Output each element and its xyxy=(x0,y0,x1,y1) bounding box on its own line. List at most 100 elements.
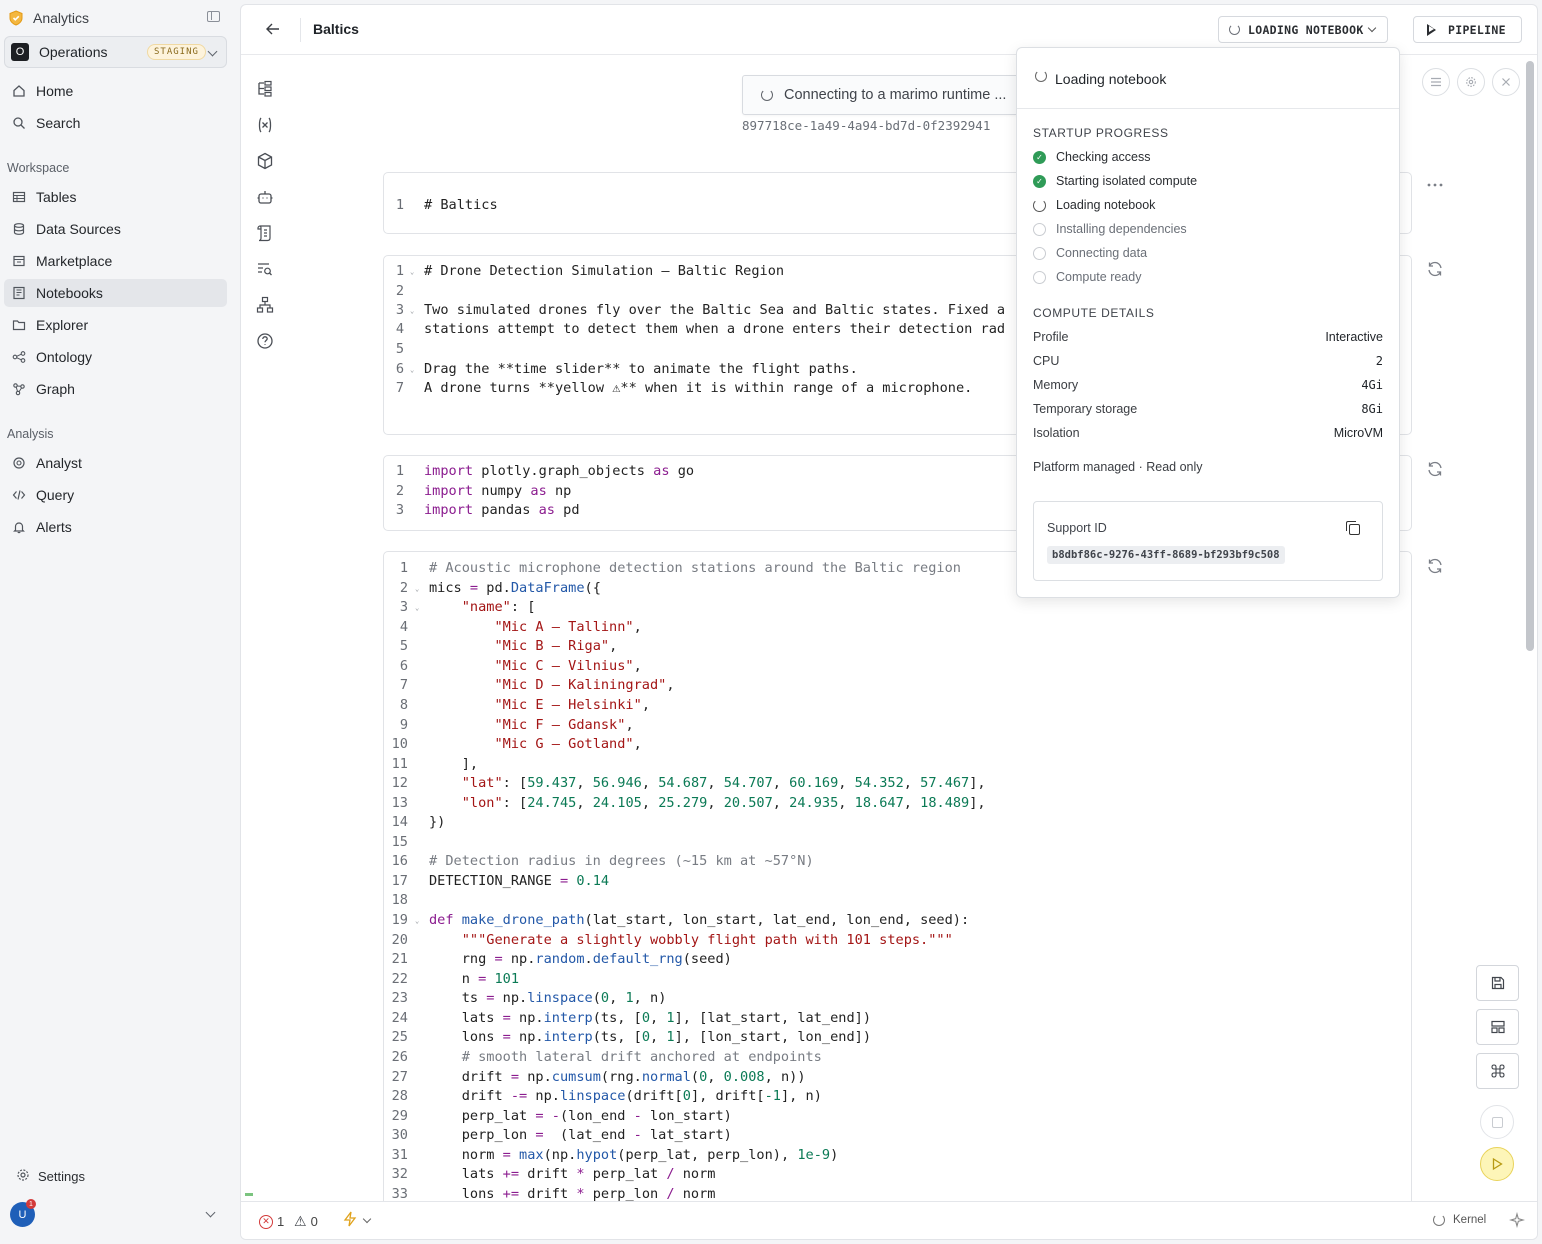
error-count-value: 1 xyxy=(277,1214,285,1229)
progress-step: Compute ready xyxy=(1033,270,1141,284)
scroll-icon[interactable] xyxy=(255,223,275,243)
startup-progress-heading: STARTUP PROGRESS xyxy=(1033,126,1169,140)
back-arrow-icon[interactable] xyxy=(265,22,281,41)
nav-label: Explorer xyxy=(36,317,89,333)
nav-home[interactable]: Home xyxy=(4,77,227,105)
nav-ontology[interactable]: Ontology xyxy=(4,343,227,371)
collapse-sidebar-icon[interactable] xyxy=(207,11,220,22)
detail-row: CPU 2 xyxy=(1033,354,1383,368)
menu-icon[interactable] xyxy=(1422,68,1450,96)
spinner-icon xyxy=(1229,24,1240,35)
stop-button[interactable] xyxy=(1480,1105,1514,1139)
brand: Analytics xyxy=(8,8,228,28)
code-text: A drone turns **yellow ⚠** when it is wi… xyxy=(424,380,973,396)
progress-step: ✓ Checking access xyxy=(1033,150,1151,164)
lightning-icon[interactable] xyxy=(343,1211,357,1232)
refresh-icon[interactable] xyxy=(1425,459,1445,479)
nav-search[interactable]: Search xyxy=(4,109,227,137)
nav-query[interactable]: Query xyxy=(4,481,227,509)
table-icon xyxy=(12,190,26,204)
save-button[interactable] xyxy=(1476,965,1519,1001)
outline-icon[interactable] xyxy=(255,79,275,99)
nav-graph[interactable]: Graph xyxy=(4,375,227,403)
progress-step: Connecting data xyxy=(1033,246,1147,260)
dependency-graph-icon[interactable] xyxy=(255,295,275,315)
code-icon xyxy=(12,488,26,502)
graph-icon xyxy=(12,382,26,396)
more-options-icon[interactable] xyxy=(1425,175,1445,195)
command-palette-button[interactable] xyxy=(1476,1053,1519,1089)
org-name: Operations xyxy=(39,44,108,60)
step-label: Compute ready xyxy=(1056,270,1142,284)
pipeline-button[interactable]: PIPELINE xyxy=(1413,16,1522,43)
loading-notebook-label: LOADING NOTEBOOK xyxy=(1248,22,1364,37)
gear-icon[interactable] xyxy=(1457,68,1485,96)
nav-label: Graph xyxy=(36,381,75,397)
database-icon xyxy=(12,222,26,236)
step-label: Connecting data xyxy=(1056,246,1148,260)
close-icon[interactable] xyxy=(1492,68,1520,96)
detail-value: 8Gi xyxy=(1361,402,1383,416)
support-id-box: Support ID b8dbf86c-9276-43ff-8689-bf293… xyxy=(1033,501,1383,581)
pending-circle-icon xyxy=(1033,270,1046,284)
settings-label: Settings xyxy=(38,1169,85,1184)
bot-icon[interactable] xyxy=(255,187,275,207)
header-divider xyxy=(300,18,301,42)
nav-tables[interactable]: Tables xyxy=(4,183,227,211)
layout-button[interactable] xyxy=(1476,1009,1519,1045)
run-button[interactable] xyxy=(1480,1147,1514,1181)
code-cell[interactable]: 1 # Acoustic microphone detection station… xyxy=(383,551,1412,1211)
package-icon[interactable] xyxy=(255,151,275,171)
nav-label: Tables xyxy=(36,189,77,205)
detail-row: Memory 4Gi xyxy=(1033,378,1383,392)
nav-explorer[interactable]: Explorer xyxy=(4,311,227,339)
popover-header: Loading notebook xyxy=(1017,48,1399,109)
copy-icon[interactable] xyxy=(1346,521,1360,535)
refresh-icon[interactable] xyxy=(1425,259,1445,279)
page-title: Baltics xyxy=(313,21,359,37)
warning-icon: ⚠ xyxy=(294,1213,307,1229)
nav-label: Analyst xyxy=(36,455,82,471)
sparkle-icon[interactable] xyxy=(1508,1211,1526,1232)
nav-settings[interactable]: Settings xyxy=(16,1168,85,1185)
nav-data-sources[interactable]: Data Sources xyxy=(4,215,227,243)
progress-step: ✓ Starting isolated compute xyxy=(1033,174,1197,188)
scrollbar[interactable] xyxy=(1526,61,1534,651)
workspace-heading: Workspace xyxy=(7,161,70,175)
nav-analyst[interactable]: Analyst xyxy=(4,449,227,477)
kernel-status[interactable]: Kernel xyxy=(1433,1214,1486,1226)
code-text: Drag the **time slider** to animate the … xyxy=(424,361,858,377)
detail-value: 4Gi xyxy=(1361,378,1383,392)
variables-icon[interactable] xyxy=(255,115,275,135)
nav-notebooks[interactable]: Notebooks xyxy=(4,279,227,307)
cell-status-indicator xyxy=(245,1193,253,1196)
refresh-icon[interactable] xyxy=(1425,556,1445,576)
store-icon xyxy=(12,254,26,268)
step-label: Loading notebook xyxy=(1056,198,1156,212)
detail-row: Temporary storage 8Gi xyxy=(1033,402,1383,416)
org-switcher[interactable]: O Operations STAGING xyxy=(4,36,227,68)
user-menu-chevron-icon[interactable] xyxy=(205,1207,216,1218)
detail-key: Temporary storage xyxy=(1033,402,1138,416)
code-text: # Baltics xyxy=(424,197,498,213)
chevron-down-icon[interactable] xyxy=(362,1214,372,1224)
warning-count[interactable]: ⚠ 0 xyxy=(294,1213,318,1230)
progress-step: Installing dependencies xyxy=(1033,222,1187,236)
kernel-label: Kernel xyxy=(1453,1214,1487,1226)
nav-label: Home xyxy=(36,83,74,99)
help-icon[interactable] xyxy=(255,331,275,351)
nav-label: Marketplace xyxy=(36,253,113,269)
code-text: # Drone Detection Simulation — Baltic Re… xyxy=(424,263,785,279)
detail-row: Isolation MicroVM xyxy=(1033,426,1383,440)
pipeline-label: PIPELINE xyxy=(1448,22,1506,37)
loading-notebook-button[interactable]: LOADING NOTEBOOK xyxy=(1218,16,1388,43)
error-count[interactable]: ✕ 1 xyxy=(259,1214,284,1229)
nav-marketplace[interactable]: Marketplace xyxy=(4,247,227,275)
nav-label: Data Sources xyxy=(36,221,121,237)
home-icon xyxy=(12,84,26,98)
nav-alerts[interactable]: Alerts xyxy=(4,513,227,541)
search-list-icon[interactable] xyxy=(255,259,275,279)
detail-value: MicroVM xyxy=(1333,426,1383,440)
sidebar: Analytics O Operations STAGING Home Sear… xyxy=(0,0,236,1244)
platform-note: Platform managed · Read only xyxy=(1033,460,1203,474)
